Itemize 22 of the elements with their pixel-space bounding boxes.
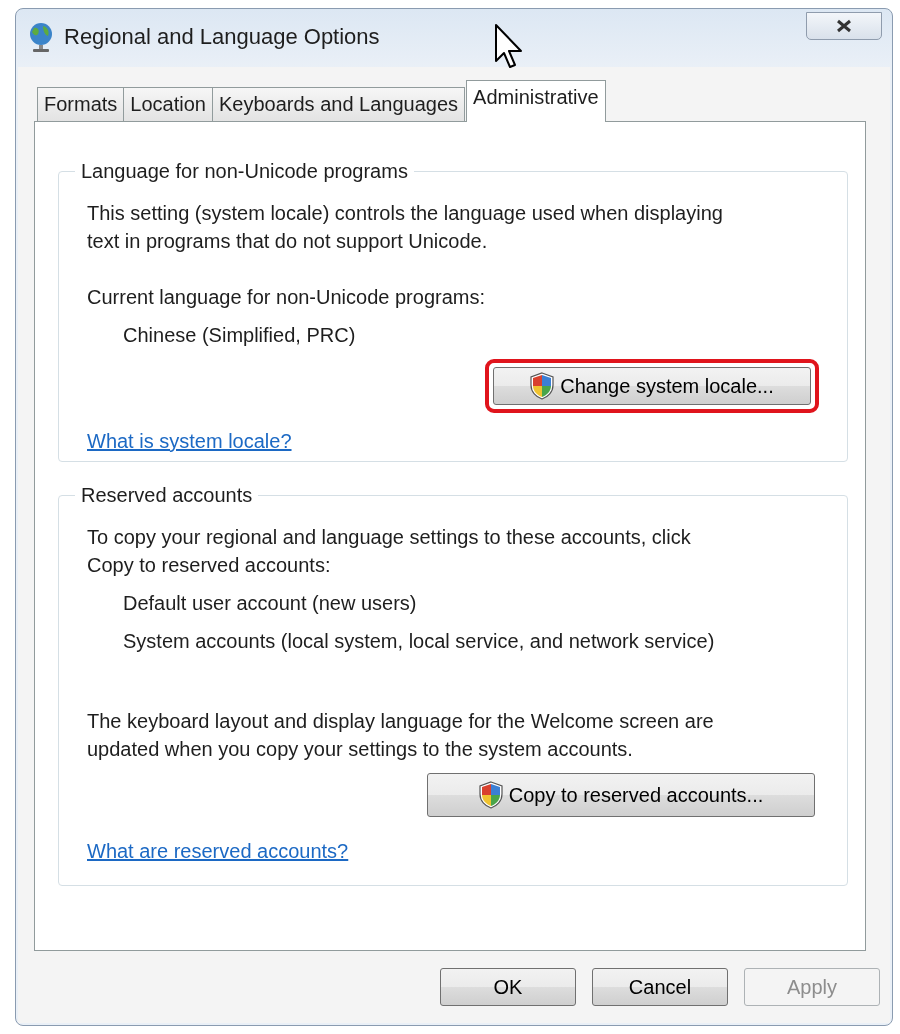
group-title: Reserved accounts	[80, 484, 254, 507]
label-text: Current language for non-Unicode programs:	[87, 285, 486, 310]
group-title: Language for non-Unicode programs	[80, 160, 409, 183]
description-text: The keyboard layout and display language for the Welcome screen are updated when you copy your settings to the system accounts.	[87, 709, 715, 762]
list-text: Chinese (Simplified, PRC)	[123, 323, 357, 348]
action-button[interactable]: Copy to reserved accounts...	[427, 773, 815, 817]
help-link[interactable]: What is system locale?	[87, 430, 292, 452]
tab[interactable]: Formats	[37, 87, 125, 121]
description-text: To copy your regional and language settings to these accounts, click Copy to reserved accounts:	[87, 525, 692, 578]
help-link[interactable]: What are reserved accounts?	[87, 840, 349, 862]
window-title: Regional and Language Options	[64, 24, 380, 50]
tab[interactable]: Location	[123, 87, 213, 121]
close-button[interactable]	[806, 12, 882, 40]
dialog-button[interactable]: OK	[440, 968, 576, 1006]
tab[interactable]: Administrative	[466, 80, 606, 122]
action-button[interactable]: Change system locale...	[493, 367, 811, 405]
list-text: System accounts (local system, local service, and network service)	[123, 629, 716, 654]
close-icon	[835, 19, 853, 33]
description-text: This setting (system locale) controls the language used when displaying text in programs that do not support Unicode.	[87, 201, 724, 254]
tab[interactable]: Keyboards and Languages	[211, 87, 466, 121]
dialog-button[interactable]: Cancel	[592, 968, 728, 1006]
list-text: Default user account (new users)	[123, 591, 418, 616]
